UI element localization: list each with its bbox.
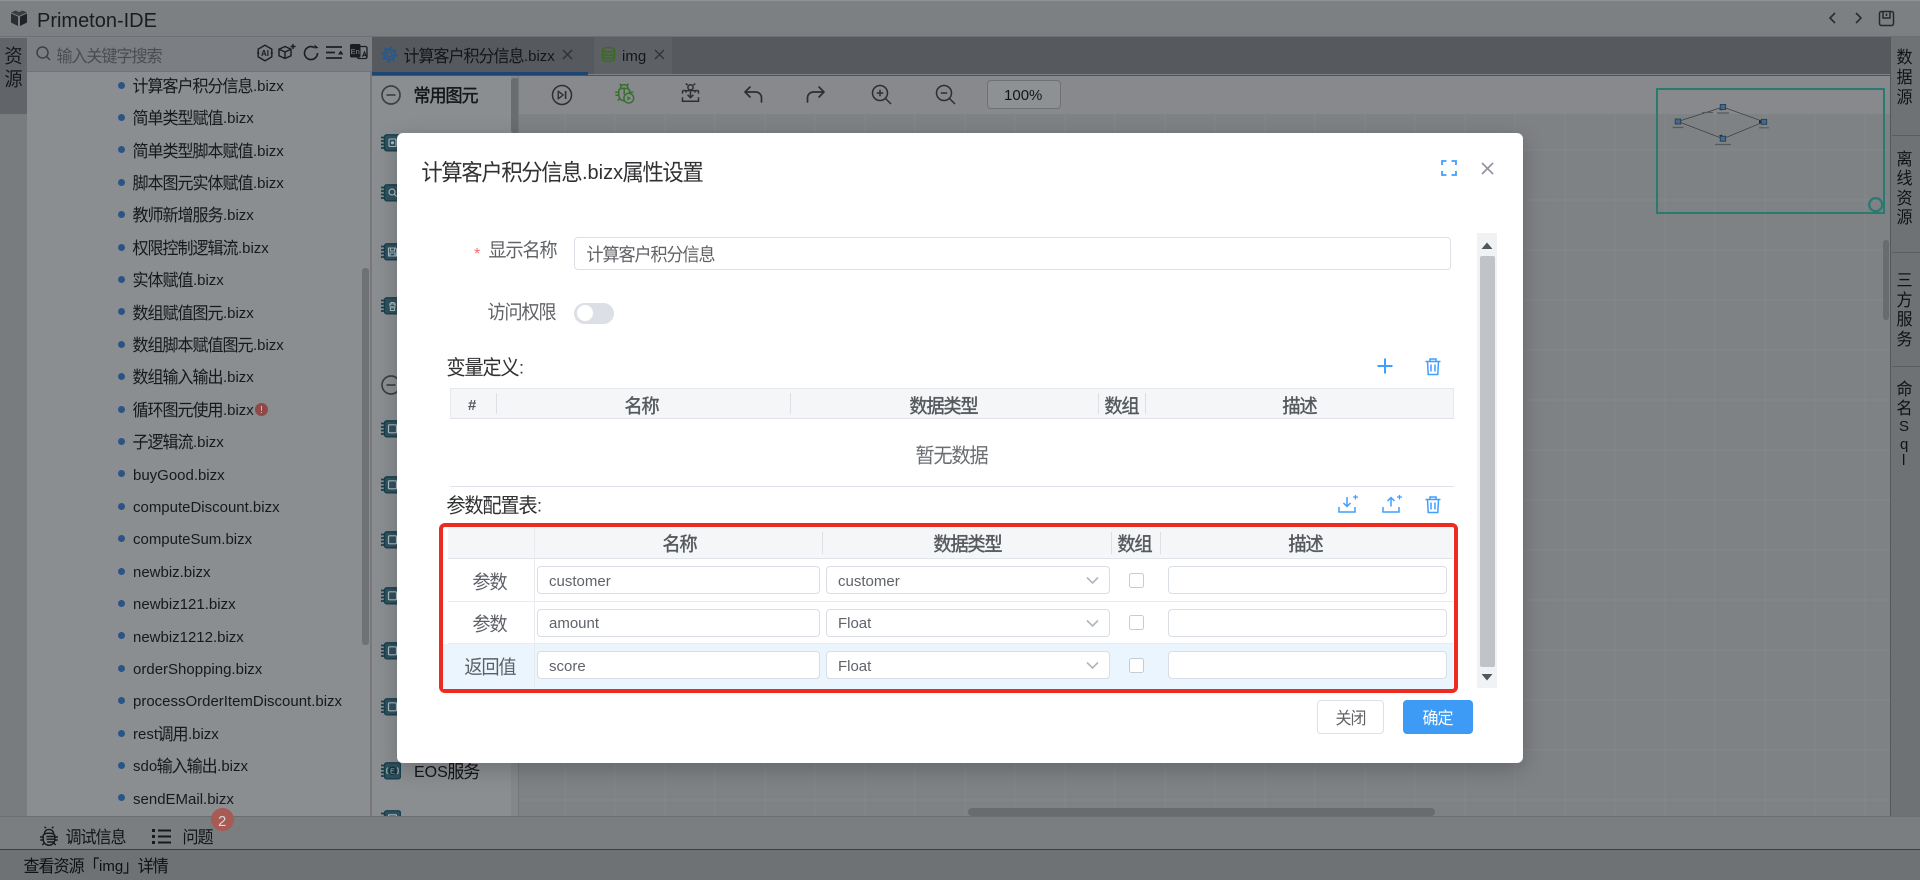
svg-text:img: img bbox=[99, 858, 123, 875]
svg-text:2: 2 bbox=[218, 813, 226, 830]
svg-text:*: * bbox=[474, 245, 480, 262]
svg-text:.bizx: .bizx bbox=[582, 162, 623, 184]
svg-text:q: q bbox=[1900, 436, 1908, 453]
svg-text::: : bbox=[519, 357, 524, 377]
svg-text:#: # bbox=[468, 397, 477, 414]
svg-text:customer: customer bbox=[838, 573, 900, 590]
svg-text:score: score bbox=[549, 658, 586, 675]
svg-text:Float: Float bbox=[838, 615, 872, 632]
svg-text:customer: customer bbox=[549, 573, 611, 590]
svg-text:l: l bbox=[1902, 453, 1905, 469]
svg-text:amount: amount bbox=[549, 615, 600, 632]
svg-text::: : bbox=[537, 495, 542, 515]
svg-text:S: S bbox=[1899, 418, 1909, 435]
svg-text:Float: Float bbox=[838, 658, 872, 675]
